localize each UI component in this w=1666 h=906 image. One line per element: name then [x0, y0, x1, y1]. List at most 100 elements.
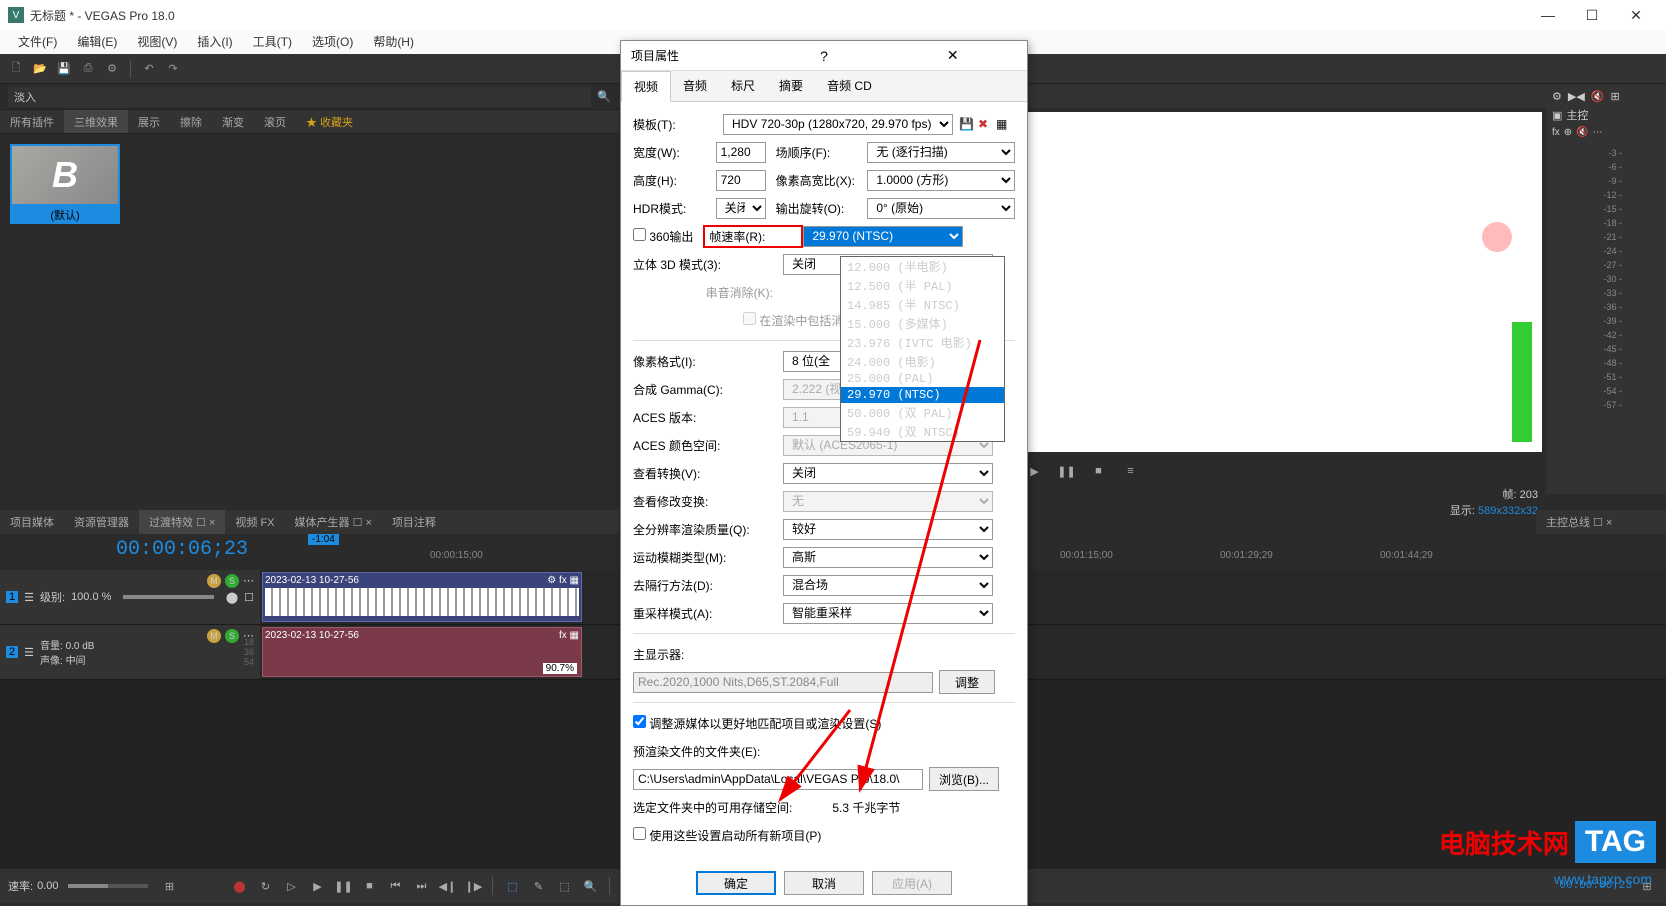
insert-icon[interactable]: ⊕ — [1564, 127, 1572, 138]
adjust-button[interactable]: 调整 — [939, 670, 995, 694]
video-clip[interactable]: 2023-02-13 10-27-56⚙ fx ▦ — [262, 572, 582, 622]
fps-option[interactable]: 12.500 (半 PAL) — [841, 276, 1004, 295]
fps-option[interactable]: 14.985 (半 NTSC) — [841, 295, 1004, 314]
tab-all-plugins[interactable]: 所有插件 — [0, 110, 64, 133]
next-frame-icon[interactable]: ❙▶ — [462, 875, 484, 897]
quality-select[interactable]: 较好 — [783, 519, 993, 540]
fps-option[interactable]: 23.976 (IVTC 电影) — [841, 333, 1004, 352]
ok-button[interactable]: 确定 — [696, 871, 776, 895]
properties-icon[interactable]: ⚙ — [102, 59, 122, 79]
menu-icon[interactable]: ≡ — [1120, 460, 1142, 482]
pause-icon[interactable]: ❚❚ — [332, 875, 354, 897]
loop-marker[interactable]: -1:04 — [308, 534, 339, 545]
rec-icon[interactable]: ⬤ — [228, 875, 250, 897]
tab-project-media[interactable]: 项目媒体 — [0, 510, 64, 534]
master-toggle-icon[interactable]: ▣ — [1552, 109, 1562, 122]
tab-favorites[interactable]: ★ 收藏夹 — [296, 110, 363, 133]
save-icon[interactable]: 💾 — [54, 59, 74, 79]
prev-icon[interactable]: ▶◀ — [1568, 90, 1585, 103]
edit-tool-icon[interactable]: ⬚ — [501, 875, 523, 897]
more-icon[interactable]: ⋯ — [243, 629, 254, 643]
audio-clip[interactable]: 2023-02-13 10-27-56fx ▦ 90.7% — [262, 627, 582, 677]
tab-generators[interactable]: 媒体产生器 ☐ × — [285, 510, 382, 534]
fps-option[interactable]: 59.940 (双 NTSC) — [841, 422, 1004, 441]
pause-icon[interactable]: ❚❚ — [1056, 460, 1078, 482]
new-icon[interactable]: 🗋 — [6, 59, 26, 79]
tab-display[interactable]: 展示 — [128, 110, 170, 133]
go-start-icon[interactable]: ⏮ — [384, 875, 406, 897]
play-start-icon[interactable]: ▷ — [280, 875, 302, 897]
prev-frame-icon[interactable]: ◀❙ — [436, 875, 458, 897]
zoom-tool-icon[interactable]: 🔍 — [579, 875, 601, 897]
select-tool-icon[interactable]: ⬚ — [553, 875, 575, 897]
menu-view[interactable]: 视图(V) — [127, 30, 187, 54]
loop-icon[interactable]: ↻ — [254, 875, 276, 897]
blur-select[interactable]: 高斯 — [783, 547, 993, 568]
mute-icon[interactable]: M — [207, 574, 221, 588]
stop-icon[interactable]: ■ — [1088, 460, 1110, 482]
layout-icon[interactable]: ⊞ — [158, 875, 180, 897]
framerate-select[interactable]: 29.970 (NTSC) — [803, 226, 963, 247]
tab-video[interactable]: 视频 — [621, 71, 671, 102]
resample-select[interactable]: 智能重采样 — [783, 603, 993, 624]
open-icon[interactable]: 📂 — [30, 59, 50, 79]
tab-audio[interactable]: 音频 — [671, 71, 719, 101]
menu-edit[interactable]: 编辑(E) — [67, 30, 127, 54]
save-template-icon[interactable]: 💾 — [959, 117, 974, 131]
view-select[interactable]: 关闭 — [783, 463, 993, 484]
framerate-dropdown-list[interactable]: 12.000 (半电影) 12.500 (半 PAL) 14.985 (半 NT… — [840, 256, 1005, 442]
tab-wipe[interactable]: 擦除 — [170, 110, 212, 133]
folder-input[interactable] — [633, 769, 923, 790]
match-media-icon[interactable]: ▦ — [996, 117, 1007, 131]
tab-page[interactable]: 滚页 — [254, 110, 296, 133]
adjust-media-checkbox[interactable]: 调整源媒体以更好地匹配项目或渲染设置(S) — [633, 715, 881, 732]
tab-ruler[interactable]: 标尺 — [719, 71, 767, 101]
more-icon[interactable]: ⋯ — [243, 574, 254, 588]
cancel-button[interactable]: 取消 — [784, 871, 864, 895]
menu-tools[interactable]: 工具(T) — [243, 30, 302, 54]
height-input[interactable] — [716, 170, 766, 191]
fps-option-selected[interactable]: 29.970 (NTSC) — [841, 387, 1004, 403]
tab-gradient[interactable]: 渐变 — [212, 110, 254, 133]
solo-icon[interactable]: 🔇 — [1576, 127, 1588, 138]
width-input[interactable] — [716, 142, 766, 163]
menu-help[interactable]: 帮助(H) — [363, 30, 424, 54]
go-end-icon[interactable]: ⏭ — [410, 875, 432, 897]
fader-icon[interactable]: ⊞ — [1611, 90, 1620, 103]
close-icon[interactable]: ✕ — [888, 47, 1017, 64]
tab-audio-cd[interactable]: 音频 CD — [815, 71, 884, 101]
help-icon[interactable]: ? — [760, 48, 889, 64]
rotation-select[interactable]: 0° (原始) — [867, 198, 1015, 219]
hdr-select[interactable]: 关闭 — [716, 198, 766, 219]
fps-option[interactable]: 50.000 (双 PAL) — [841, 403, 1004, 422]
output-360-checkbox[interactable]: 360输出 — [633, 228, 693, 245]
envelope-tool-icon[interactable]: ✎ — [527, 875, 549, 897]
menu-insert[interactable]: 插入(I) — [187, 30, 242, 54]
template-select[interactable]: HDV 720-30p (1280x720, 29.970 fps) — [723, 114, 953, 135]
field-order-select[interactable]: 无 (逐行扫描) — [867, 142, 1015, 163]
video-track-header[interactable]: 1 ☰ 级别: 100.0 % ⬤☐ M S ⋯ — [0, 570, 260, 624]
tab-summary[interactable]: 摘要 — [767, 71, 815, 101]
audio-track-header[interactable]: 2 ☰ 音量: 0.0 dB 声像: 中间 183654 M S ⋯ — [0, 625, 260, 679]
play-icon[interactable]: ▶ — [306, 875, 328, 897]
close-button[interactable]: ✕ — [1614, 1, 1658, 29]
default-settings-checkbox[interactable]: 使用这些设置启动所有新项目(P) — [633, 827, 821, 844]
undo-icon[interactable]: ↶ — [139, 59, 159, 79]
fps-option[interactable]: 25.000 (PAL) — [841, 371, 1004, 387]
solo-icon[interactable]: S — [225, 629, 239, 643]
fps-option[interactable]: 12.000 (半电影) — [841, 257, 1004, 276]
tab-transitions[interactable]: 过渡特效 ☐ × — [139, 510, 225, 534]
tab-explorer[interactable]: 资源管理器 — [64, 510, 139, 534]
tab-video-fx[interactable]: 视频 FX — [225, 510, 284, 534]
tab-master-bus[interactable]: 主控总线 ☐ × — [1536, 510, 1666, 534]
mute-icon[interactable]: 🔇 — [1591, 90, 1605, 103]
maximize-button[interactable]: ☐ — [1570, 1, 1614, 29]
search-icon[interactable]: 🔍 — [597, 90, 611, 103]
deint-select[interactable]: 混合场 — [783, 575, 993, 596]
fps-option[interactable]: 24.000 (电影) — [841, 352, 1004, 371]
stop-icon[interactable]: ■ — [358, 875, 380, 897]
delete-template-icon[interactable]: ✖ — [978, 117, 988, 131]
solo-icon[interactable]: S — [225, 574, 239, 588]
menu-file[interactable]: 文件(F) — [8, 30, 67, 54]
par-select[interactable]: 1.0000 (方形) — [867, 170, 1015, 191]
